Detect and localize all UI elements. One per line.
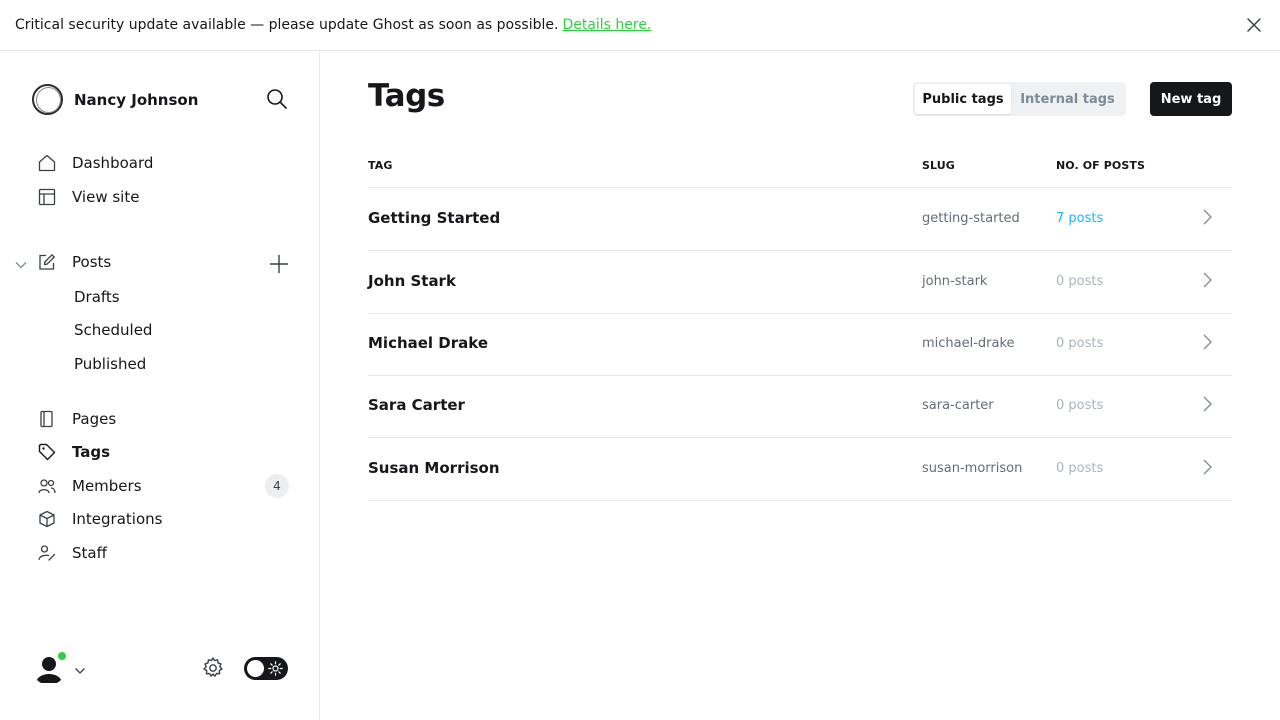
user-menu[interactable] [32, 651, 90, 687]
plus-icon[interactable] [268, 253, 290, 275]
sidebar-item-members[interactable]: Members [38, 477, 142, 495]
tag-post-count: 0 posts [1056, 398, 1104, 413]
sidebar-item-drafts[interactable]: Drafts [74, 288, 120, 306]
chevron-right-icon [1200, 208, 1214, 226]
sun-icon [268, 661, 283, 676]
tag-icon [38, 443, 56, 461]
tag-slug: getting-started [922, 211, 1020, 226]
tag-slug: sara-carter [922, 398, 994, 413]
table-row[interactable]: Getting Started getting-started 7 posts [368, 188, 1232, 251]
tag-name: Getting Started [368, 209, 501, 227]
site-name: Nancy Johnson [74, 90, 199, 109]
tag-post-count: 0 posts [1056, 336, 1104, 351]
online-status-dot [57, 651, 67, 661]
sidebar-item-pages[interactable]: Pages [38, 410, 116, 428]
toggle-knob [247, 660, 264, 677]
table-row[interactable]: John Stark john-stark 0 posts [368, 251, 1232, 314]
chevron-down-icon [74, 662, 86, 674]
sidebar-item-label: Members [72, 477, 142, 495]
staff-icon [38, 544, 56, 562]
sidebar-item-label: Staff [72, 544, 107, 562]
edit-icon [38, 253, 56, 271]
new-tag-button[interactable]: New tag [1150, 82, 1232, 116]
tag-slug: john-stark [922, 274, 988, 289]
tag-slug: michael-drake [922, 336, 1015, 351]
sidebar-item-label: Integrations [72, 510, 163, 528]
page-title: Tags [368, 78, 445, 114]
members-icon [38, 477, 56, 495]
banner-details-link[interactable]: Details here. [562, 17, 651, 33]
members-count-badge: 4 [265, 474, 289, 498]
sidebar-item-label: Dashboard [72, 154, 154, 172]
sidebar-item-scheduled[interactable]: Scheduled [74, 321, 152, 339]
chevron-right-icon [1200, 333, 1214, 351]
home-icon [38, 154, 56, 172]
tag-name: Susan Morrison [368, 459, 500, 477]
column-header-tag: TAG [368, 159, 393, 172]
pages-icon [38, 410, 56, 428]
tag-post-count: 0 posts [1056, 274, 1104, 289]
sidebar-item-integrations[interactable]: Integrations [38, 510, 162, 528]
sidebar-item-label: Tags [72, 443, 111, 461]
sidebar-item-label: Pages [72, 410, 117, 428]
chevron-right-icon [1200, 395, 1214, 413]
security-update-banner: Critical security update available — ple… [0, 0, 1280, 51]
tag-name: Michael Drake [368, 334, 489, 352]
theme-toggle[interactable] [244, 657, 288, 680]
table-row[interactable]: Sara Carter sara-carter 0 posts [368, 375, 1232, 438]
table-row[interactable]: Michael Drake michael-drake 0 posts [368, 313, 1232, 376]
sidebar-item-staff[interactable]: Staff [38, 544, 107, 562]
close-icon[interactable] [1246, 17, 1262, 33]
sidebar-item-tags[interactable]: Tags [38, 443, 110, 461]
sidebar-item-published[interactable]: Published [74, 355, 146, 373]
tab-internal-tags[interactable]: Internal tags [1011, 84, 1124, 114]
sidebar-item-view-site[interactable]: View site [38, 188, 139, 206]
box-icon [38, 510, 56, 528]
tab-public-tags[interactable]: Public tags [915, 84, 1011, 114]
tag-name: Sara Carter [368, 396, 465, 414]
sidebar-item-posts[interactable]: Posts [38, 253, 111, 271]
banner-message: Critical security update available — ple… [15, 17, 559, 33]
sidebar-item-label: Posts [72, 253, 112, 271]
column-header-posts: NO. OF POSTS [1056, 159, 1145, 172]
chevron-right-icon [1200, 271, 1214, 289]
sidebar-item-dashboard[interactable]: Dashboard [38, 154, 153, 172]
tag-name: John Stark [368, 272, 456, 290]
tag-post-count[interactable]: 7 posts [1056, 211, 1103, 226]
sidebar-item-label: View site [72, 188, 140, 206]
search-icon[interactable] [266, 88, 288, 110]
table-row[interactable]: Susan Morrison susan-morrison 0 posts [368, 438, 1232, 501]
chevron-down-icon[interactable] [14, 257, 28, 271]
tag-post-count: 0 posts [1056, 461, 1104, 476]
sidebar: Nancy Johnson Dashboard View site Posts … [0, 51, 320, 720]
column-header-slug: SLUG [922, 159, 955, 172]
chevron-right-icon [1200, 458, 1214, 476]
site-brand[interactable]: Nancy Johnson [32, 84, 198, 115]
tag-type-switch: Public tags Internal tags [913, 82, 1126, 116]
tag-slug: susan-morrison [922, 461, 1023, 476]
layout-icon [38, 188, 56, 206]
gear-icon[interactable] [201, 656, 225, 680]
site-logo [32, 84, 63, 115]
